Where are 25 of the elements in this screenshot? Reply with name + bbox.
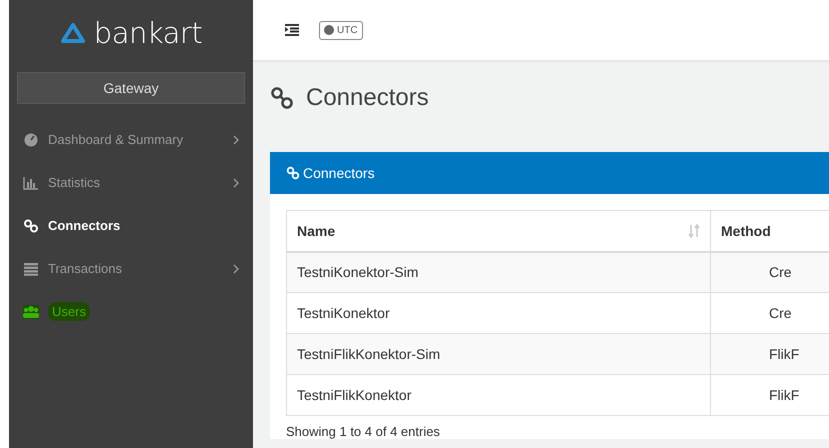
logo-icon [60,22,86,44]
nav-item[interactable]: Users [9,290,253,333]
menu-icon[interactable] [285,24,299,36]
panel-title: Connectors [303,165,375,181]
logo-text: bankart [94,16,202,50]
entries-info: Showing 1 to 4 of 4 entries [286,424,441,439]
table-cell: FlikF [710,334,829,374]
link-icon [23,218,39,232]
table-cell: TestniFlikKonektor-Sim [286,334,710,374]
table-cell: TestniKonektor-Sim [286,252,710,292]
users-icon [23,304,39,318]
link-icon [286,166,300,180]
bar-chart-icon [23,176,39,190]
link-icon [270,86,294,110]
nav-item[interactable]: Statistics [9,161,253,204]
table-cell: Cre [710,252,829,292]
list-icon [23,262,39,276]
gauge-icon [23,132,39,146]
page-title: Connectors [306,84,429,112]
nav-item[interactable]: Dashboard & Summary [9,118,253,161]
table-cell: TestniFlikKonektor [286,374,710,416]
gateway-button[interactable]: Gateway [17,72,245,104]
nav-item[interactable]: Transactions [9,247,253,290]
timezone-button[interactable]: UTC [319,20,363,40]
nav-item[interactable]: Connectors [9,204,253,247]
